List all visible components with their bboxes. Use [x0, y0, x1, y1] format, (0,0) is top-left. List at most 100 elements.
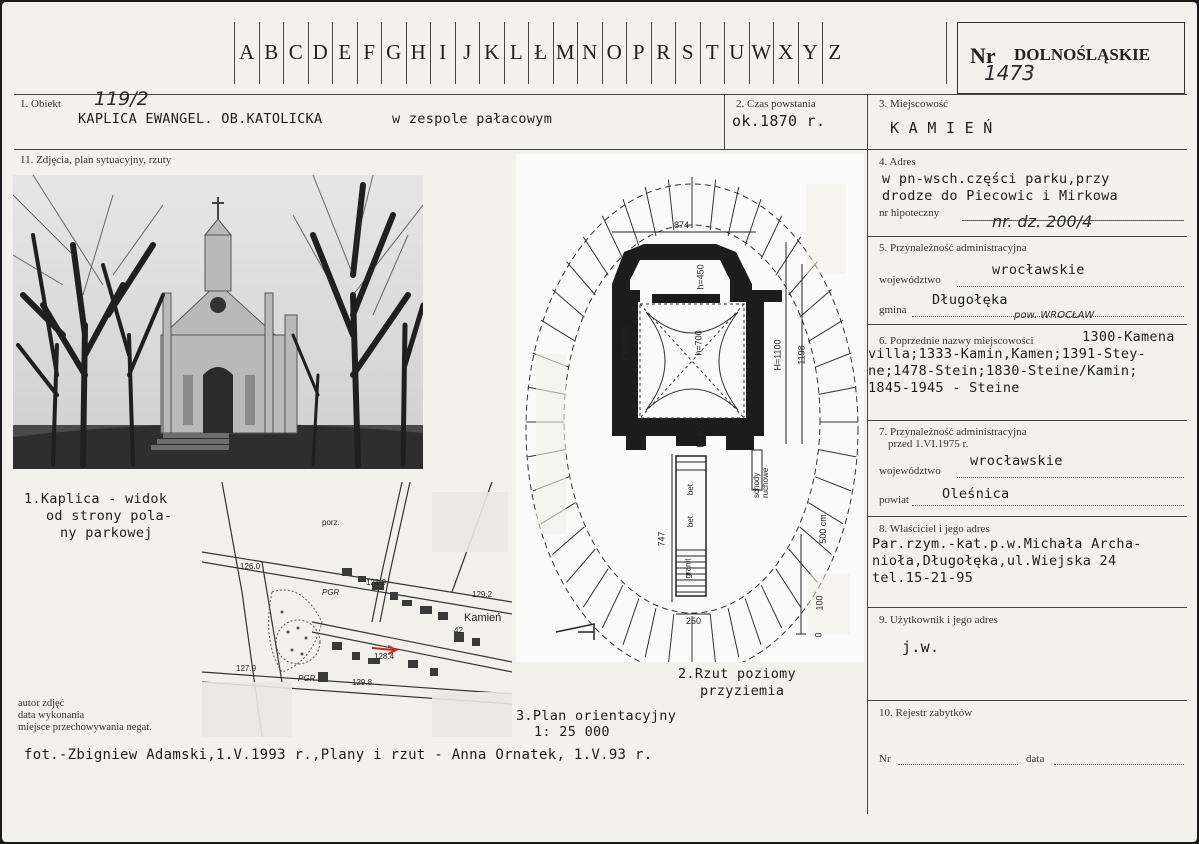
row8-line — [867, 607, 1187, 608]
alphabet-letter: U — [724, 22, 749, 84]
plan-d1198: 1198 — [796, 345, 807, 365]
plan-caption-1: 2.Rzut poziomy — [678, 666, 796, 682]
rejestr-nr-label: Nr — [879, 753, 891, 765]
alphabet-letter: X — [773, 22, 798, 84]
autor-label: autor zdjęć — [18, 698, 65, 709]
poprzednie-line1: 1300-Kamena — [1082, 329, 1175, 345]
row7-line — [867, 516, 1187, 517]
right-column-divider — [867, 94, 868, 814]
chapel-photo-image — [13, 175, 423, 469]
wlasciciel-line2: nioła,Długołęka,ul.Wiejska 24 — [872, 553, 1117, 569]
alphabet-letter: D — [307, 22, 333, 84]
alphabet-index: ABCDEFGHIJKLŁMNOPRSTUWXYZ — [234, 22, 847, 84]
plan-hatch-ray — [566, 261, 596, 296]
map-e1292: 129.2 — [472, 590, 493, 599]
plan-hatch-ray — [760, 584, 783, 629]
map-caption-2: 1: 25 000 — [534, 724, 610, 740]
plan-hatch-ray — [760, 215, 783, 260]
plan-hatch-ray — [709, 613, 717, 665]
poprzednie-line2: villa;1333-Kamin,Kamen;1391-Stey- — [868, 346, 1147, 362]
wojewodztwo75-dots — [957, 477, 1184, 478]
plan-hatch-ray — [727, 607, 740, 658]
gmina-label: gmina — [879, 304, 907, 316]
plan-hatch-ray — [818, 449, 857, 458]
przynaleznosc-label: 5. Przynależność administracyjna — [879, 242, 1027, 254]
plan-width-label: 874 — [674, 220, 690, 230]
plan-hatch-ray — [709, 179, 717, 231]
poprzednie-line4: 1845-1945 - Steine — [868, 380, 1020, 396]
map-e1289: 128.9 — [366, 578, 387, 587]
plan-hatch-ray — [601, 584, 624, 629]
plan-hatch-ray — [744, 598, 762, 646]
plan-hatch-ray — [814, 476, 852, 492]
przynaleznosc75-label1: 7. Przynależność administracyjna — [879, 426, 1027, 438]
uzytkownik-value: j.w. — [902, 638, 940, 656]
plan-hatch-ray — [667, 179, 675, 231]
plan-h450: h=450 — [695, 264, 706, 290]
alphabet-letter: R — [650, 22, 676, 84]
plan-bet1: bet. — [686, 481, 696, 496]
plan-hatch-ray — [644, 186, 657, 237]
plan-hatch-ray — [727, 186, 740, 237]
map-e1260: 126.0 — [240, 562, 261, 571]
obiekt-context: w zespole pałacowym — [392, 111, 553, 127]
alphabet-letter: M — [552, 22, 578, 84]
powiat-label: powiat — [879, 494, 909, 506]
plan-hatch-ray — [552, 289, 585, 318]
alphabet-letter: C — [283, 22, 308, 84]
alphabet-letter: E — [332, 22, 357, 84]
nr-handwritten: 1473 — [984, 61, 1035, 85]
alphabet-letter: L — [503, 22, 529, 84]
plan-hatch-ray — [799, 289, 832, 318]
row1-divider-a — [724, 94, 725, 149]
floor-plan: 874 h=450 h=700 h=400 H=1100 1198 KRYPTA… — [516, 154, 864, 675]
zdjecia-label: 11. Zdjęcia, plan sytuacyjny, rzuty — [20, 154, 172, 166]
alphabet-letter: B — [258, 22, 284, 84]
footer-credits: fot.-Zbigniew Adamski,1.V.1993 r.,Plany … — [24, 747, 653, 763]
scale-500: 500 cm — [817, 514, 828, 544]
gmina-value: Długołęka — [932, 292, 1008, 308]
adres-line2: drodze do Piecowic i Mirkowa — [882, 188, 1118, 204]
plan-hatch-ray — [622, 598, 640, 646]
plan-hatch-ray — [775, 236, 802, 276]
row9-line — [867, 700, 1187, 701]
scale-0: 0 — [813, 632, 824, 638]
alphabet-letter: J — [454, 22, 480, 84]
map-kamien: Kamień — [464, 612, 502, 624]
alphabet-letter: G — [381, 22, 406, 84]
wojewodztwo75-label: województwo — [879, 465, 941, 477]
plan-hatch-ray — [808, 319, 844, 342]
rejestr-label: 10. Rejestr zabytków — [879, 707, 973, 719]
obiekt-label: 1. Obiekt — [20, 98, 61, 110]
rejestr-data-label: data — [1026, 753, 1045, 765]
plan-hatch-ray — [601, 215, 624, 260]
alphabet-letter: Y — [797, 22, 823, 84]
map-pgr2: PGR — [298, 674, 316, 683]
alphabet-letter: W — [748, 22, 774, 84]
alphabet-letter: N — [577, 22, 602, 84]
location-map-drawing — [202, 482, 512, 737]
rejestr-nr-dots — [898, 764, 1018, 765]
plan-schody: schody ruchowe — [752, 467, 770, 498]
map-n42: 42 — [454, 626, 463, 635]
plan-hatch-ray — [540, 319, 576, 342]
wojewodztwo-dots — [957, 286, 1184, 287]
wlasciciel-line1: Par.rzym.-kat.p.w.Michała Archa- — [872, 536, 1142, 552]
photo-caption-3: ny parkowej — [60, 525, 153, 541]
wlasciciel-line3: tel.15-21-95 — [872, 570, 974, 586]
miejscowosc-value: K A M I E Ń — [890, 119, 993, 137]
wojewodztwo-value: wrocławskie — [992, 262, 1085, 278]
powiat-dots — [912, 505, 1184, 506]
chapel-photo — [13, 175, 423, 469]
alphabet-letter: Ł — [528, 22, 553, 84]
map-e1279: 127.9 — [236, 664, 257, 673]
plan-hatch-ray — [744, 198, 762, 246]
alphabet-letter: I — [430, 22, 455, 84]
plan-d747: 747 — [656, 531, 667, 547]
map-caption-1: 3.Plan orientacyjny — [516, 708, 677, 724]
plan-granit: granit — [683, 558, 693, 579]
plan-hatch-ray — [667, 613, 675, 665]
plan-hatch-ray — [582, 568, 609, 608]
wlasciciel-label: 8. Właściciel i jego adres — [879, 523, 990, 535]
adres-line1: w pn-wsch.części parku,przy — [882, 171, 1110, 187]
